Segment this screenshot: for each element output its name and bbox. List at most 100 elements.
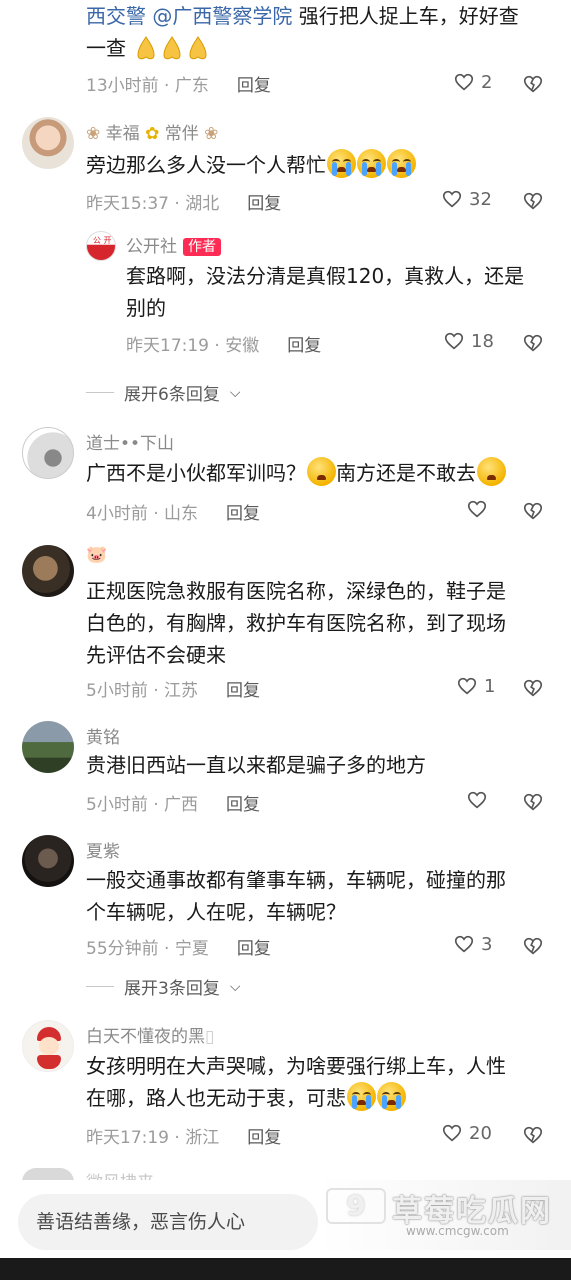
crying-face-emoji [357,149,386,178]
like-button[interactable]: 2 [453,71,492,93]
sleepy-face-emoji [307,457,336,486]
comment-text: 西交警 @广西警察学院 强行把人捉上车，好好查 一查 [86,4,519,60]
comment-text: 旁边那么多人没一个人帮忙 [86,149,556,181]
comment-location: 广西 [164,795,199,815]
broken-heart-icon[interactable] [522,500,544,522]
comment-text: 广西不是小伙都军训吗？ 南方还是不敢去 [86,457,556,489]
comment-meta: 13小时前 · 广东 回复 [86,76,271,96]
broken-heart-icon[interactable] [522,1124,544,1146]
comment-meta: 昨天17:19 · 浙江 回复 [86,1128,282,1148]
comment-text: 套路啊，没法分清是真假120，真救人，还是 别的 [126,264,525,320]
comment-location: 江苏 [164,681,199,701]
broken-heart-icon[interactable] [522,332,544,354]
reply-button[interactable]: 回复 [237,76,271,96]
comment-time: 昨天15:37 [86,194,169,214]
comment-location: 湖北 [185,194,220,214]
broken-heart-icon[interactable] [522,73,544,95]
clasped-hands-emoji [137,36,155,60]
reply-button[interactable]: 回复 [247,194,281,214]
username[interactable]: 🐷 [86,545,107,565]
clasped-hands-emoji [163,36,181,60]
crying-face-emoji [327,149,356,178]
chevron-down-icon: ⌵ [229,978,241,995]
username[interactable]: 道士••下山 [86,429,174,454]
comment-meta: 昨天15:37 · 湖北 回复 [86,194,282,214]
heart-icon [454,935,474,953]
comment-time: 昨天17:19 [86,1128,169,1148]
expand-replies-button[interactable]: 展开3条回复 ⌵ [86,974,240,999]
comment-time: 5小时前 [86,795,148,815]
username[interactable]: 夏紫 [86,837,120,862]
heart-icon [442,190,462,208]
avatar[interactable] [22,545,74,597]
comment-location: 宁夏 [174,939,209,959]
comment-location: 山东 [164,504,199,524]
like-count: 32 [469,188,492,210]
watermark: 9 草莓吃瓜网 www.cmcgw.com [318,1180,571,1250]
comment-meta: 55分钟前 · 宁夏 回复 [86,939,271,959]
comment-location: 浙江 [185,1128,220,1148]
chevron-down-icon: ⌵ [229,384,241,401]
avatar[interactable] [22,721,74,773]
navigation-bar [0,1258,571,1280]
heart-icon [442,1124,462,1142]
heart-icon [467,500,487,518]
avatar[interactable] [22,117,74,169]
mention-link[interactable]: 西交警 @广西警察学院 [86,4,292,28]
comment-text: 女孩明明在大声哭喊，为啥要强行绑上车，人性 在哪，路人也无动于衷，可悲 [86,1054,506,1111]
heart-icon [454,73,474,91]
username[interactable]: ❀ 幸福 ✿ 常伴 ❀ [86,119,218,144]
like-button[interactable]: 32 [441,188,492,210]
watermark-logo: 9 [326,1188,386,1224]
avatar[interactable] [22,427,74,479]
comment-time: 13小时前 [86,76,159,96]
expand-replies-button[interactable]: 展开6条回复 ⌵ [86,380,240,405]
comment-meta: 5小时前 · 广西 回复 [86,795,261,815]
comment-meta: 昨天17:19 · 安徽 回复 [126,336,322,356]
fearful-face-emoji [477,457,506,486]
reply-button[interactable]: 回复 [247,1128,281,1148]
heart-icon [467,791,487,809]
like-button[interactable] [466,789,488,811]
username[interactable]: 白天不懂夜的黑▯ [86,1022,214,1047]
crying-face-emoji [387,149,416,178]
avatar[interactable] [22,835,74,887]
reply-button[interactable]: 回复 [226,504,260,524]
like-count: 20 [469,1122,492,1144]
like-count: 3 [481,933,493,955]
username[interactable]: 公开社 作者 [126,232,221,257]
broken-heart-icon[interactable] [522,677,544,699]
avatar[interactable] [22,1020,74,1072]
comment-text: 正规医院急救服有医院名称，深绿色的，鞋子是 白色的，有胸牌，救护车有医院名称，到… [86,579,506,667]
comment-time: 55分钟前 [86,939,159,959]
comment-meta: 5小时前 · 江苏 回复 [86,681,261,701]
broken-heart-icon[interactable] [522,935,544,957]
comment-location: 安徽 [225,336,260,356]
like-button[interactable]: 1 [456,675,495,697]
comment-input[interactable]: 善语结善缘，恶言伤人心 [18,1194,318,1250]
like-button[interactable]: 18 [443,330,494,352]
comment-location: 广东 [174,76,209,96]
clasped-hands-emoji [189,36,207,60]
reply-button[interactable]: 回复 [226,681,260,701]
comment-time: 4小时前 [86,504,148,524]
reply-button[interactable]: 回复 [287,336,321,356]
like-count: 1 [484,675,496,697]
comment-meta: 4小时前 · 山东 回复 [86,504,261,524]
like-button[interactable] [466,498,488,520]
like-count: 2 [481,71,493,93]
crying-face-emoji [347,1082,376,1111]
broken-heart-icon[interactable] [522,190,544,212]
comment-text: 一般交通事故都有肇事车辆，车辆呢，碰撞的那 个车辆呢，人在呢，车辆呢？ [86,868,506,924]
broken-heart-icon[interactable] [522,791,544,813]
reply-button[interactable]: 回复 [226,795,260,815]
username[interactable]: 黄铭 [86,723,120,748]
like-button[interactable]: 20 [441,1122,492,1144]
heart-icon [457,677,477,695]
like-button[interactable]: 3 [453,933,492,955]
like-count: 18 [471,330,494,352]
heart-icon [444,332,464,350]
avatar[interactable]: 公 开 [86,231,116,261]
reply-button[interactable]: 回复 [237,939,271,959]
watermark-url: www.cmcgw.com [406,1224,509,1238]
